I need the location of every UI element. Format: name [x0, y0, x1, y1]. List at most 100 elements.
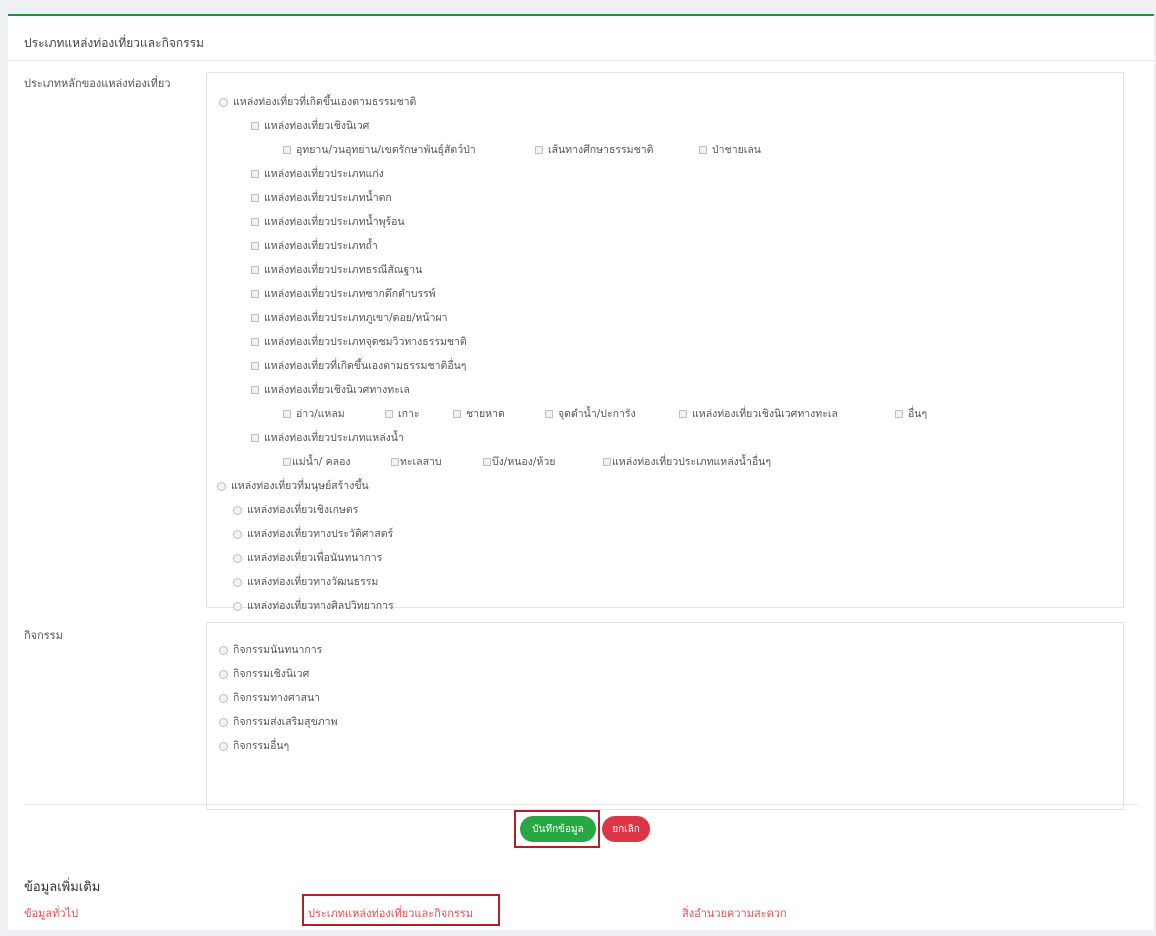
checkbox-icon[interactable] — [603, 458, 611, 466]
link-facilities[interactable]: สิ่งอำนวยความสะดวก — [682, 904, 787, 922]
option-label: แหล่งท่องเที่ยวเชิงนิเวศทางทะเล — [692, 408, 838, 420]
checkbox-type-rapids[interactable]: แหล่งท่องเที่ยวประเภทแก่ง — [251, 167, 384, 181]
checkbox-icon[interactable] — [251, 122, 259, 130]
option-label: แหล่งท่องเที่ยวทางประวัติศาสตร์ — [247, 528, 394, 540]
checkbox-type-hotspring[interactable]: แหล่งท่องเที่ยวประเภทน้ำพุร้อน — [251, 215, 405, 229]
option-label: แหล่งท่องเที่ยวประเภทถ้ำ — [264, 240, 378, 252]
checkbox-marine-other[interactable]: อื่นๆ — [895, 407, 927, 421]
more-info-title: ข้อมูลเพิ่มเติม — [24, 880, 101, 895]
checkbox-icon[interactable] — [545, 410, 553, 418]
cancel-button[interactable]: ยกเลิก — [602, 816, 650, 842]
option-label: แหล่งท่องเที่ยวประเภทธรณีสัณฐาน — [264, 264, 423, 276]
checkbox-icon[interactable] — [679, 410, 687, 418]
option-label: แหล่งท่องเที่ยวเชิงนิเวศ — [264, 120, 370, 132]
radio-circle-icon[interactable] — [219, 741, 228, 751]
radio-circle-icon[interactable] — [233, 601, 242, 611]
checkbox-marine-island[interactable]: เกาะ — [385, 407, 419, 421]
radio-activity-other[interactable]: กิจกรรมอื่นๆ — [219, 739, 289, 753]
radio-manmade-agri[interactable]: แหล่งท่องเที่ยวเชิงเกษตร — [233, 503, 358, 517]
checkbox-water-other[interactable]: แหล่งท่องเที่ยวประเภทแหล่งน้ำอื่นๆ — [603, 455, 771, 469]
radio-circle-icon[interactable] — [233, 577, 242, 587]
radio-activity-health[interactable]: กิจกรรมส่งเสริมสุขภาพ — [219, 715, 338, 729]
radio-circle-icon[interactable] — [219, 693, 228, 703]
radio-activity-recreation[interactable]: กิจกรรมนันทนาการ — [219, 643, 322, 657]
checkbox-icon[interactable] — [251, 218, 259, 226]
radio-circle-icon[interactable] — [233, 553, 242, 563]
checkbox-eco-park[interactable]: อุทยาน/วนอุทยาน/เขตรักษาพันธุ์สัตว์ป่า — [283, 143, 476, 157]
checkbox-icon[interactable] — [251, 242, 259, 250]
radio-manmade-arts[interactable]: แหล่งท่องเที่ยวทางศิลปวิทยาการ — [233, 599, 394, 613]
checkbox-type-cave[interactable]: แหล่งท่องเที่ยวประเภทถ้ำ — [251, 239, 378, 253]
checkbox-icon[interactable] — [251, 362, 259, 370]
checkbox-water-lake[interactable]: ทะเลสาบ — [391, 455, 442, 469]
checkbox-eco-mangrove[interactable]: ป่าชายเลน — [699, 143, 761, 157]
checkbox-marine-bay[interactable]: อ่าว/แหลม — [283, 407, 345, 421]
radio-circle-icon[interactable] — [217, 481, 226, 491]
checkbox-marine-eco[interactable]: แหล่งท่องเที่ยวเชิงนิเวศทางทะเล — [679, 407, 838, 421]
checkbox-water[interactable]: แหล่งท่องเที่ยวประเภทแหล่งน้ำ — [251, 431, 404, 445]
checkbox-type-fossil[interactable]: แหล่งท่องเที่ยวประเภทซากดึกดำบรรพ์ — [251, 287, 436, 301]
radio-activity-eco[interactable]: กิจกรรมเชิงนิเวศ — [219, 667, 309, 681]
checkbox-type-landform[interactable]: แหล่งท่องเที่ยวประเภทธรณีสัณฐาน — [251, 263, 422, 277]
checkbox-icon[interactable] — [251, 314, 259, 322]
checkbox-icon[interactable] — [251, 290, 259, 298]
radio-circle-icon[interactable] — [233, 529, 242, 539]
option-label: ทะเลสาบ — [400, 456, 442, 468]
checkbox-icon[interactable] — [483, 458, 491, 466]
checkbox-water-river[interactable]: แม่น้ำ/ คลอง — [283, 455, 351, 469]
radio-manmade-history[interactable]: แหล่งท่องเที่ยวทางประวัติศาสตร์ — [233, 527, 393, 541]
radio-circle-icon[interactable] — [219, 717, 228, 727]
checkbox-icon[interactable] — [895, 410, 903, 418]
checkbox-water-swamp[interactable]: บึง/หนอง/ห้วย — [483, 455, 555, 469]
checkbox-icon[interactable] — [251, 386, 259, 394]
section-divider — [24, 804, 1138, 805]
checkbox-icon[interactable] — [251, 194, 259, 202]
radio-manmade[interactable]: แหล่งท่องเที่ยวที่มนุษย์สร้างขึ้น — [217, 479, 369, 493]
radio-circle-icon[interactable] — [219, 669, 228, 679]
checkbox-icon[interactable] — [283, 458, 291, 466]
radio-manmade-recreation[interactable]: แหล่งท่องเที่ยวเพื่อนันทนาการ — [233, 551, 382, 565]
checkbox-icon[interactable] — [453, 410, 461, 418]
option-label: แหล่งท่องเที่ยวประเภทแก่ง — [264, 168, 384, 180]
checkbox-eco[interactable]: แหล่งท่องเที่ยวเชิงนิเวศ — [251, 119, 369, 133]
option-label: แม่น้ำ/ คลอง — [292, 456, 351, 468]
checkbox-icon[interactable] — [535, 146, 543, 154]
option-label: แหล่งท่องเที่ยวที่มนุษย์สร้างขึ้น — [231, 480, 369, 492]
radio-circle-icon[interactable] — [219, 97, 228, 107]
radio-activity-religion[interactable]: กิจกรรมทางศาสนา — [219, 691, 320, 705]
checkbox-type-other-natural[interactable]: แหล่งท่องเที่ยวที่เกิดขึ้นเองตามธรรมชาติ… — [251, 359, 466, 373]
checkbox-type-mountain[interactable]: แหล่งท่องเที่ยวประเภทภูเขา/ดอย/หน้าผา — [251, 311, 448, 325]
link-general-info[interactable]: ข้อมูลทั่วไป — [24, 904, 78, 922]
card-title: ประเภทแหล่งท่องเที่ยวและกิจกรรม — [24, 36, 204, 50]
option-label: อุทยาน/วนอุทยาน/เขตรักษาพันธุ์สัตว์ป่า — [296, 144, 476, 156]
option-label: อ่าว/แหลม — [296, 408, 345, 420]
radio-circle-icon[interactable] — [219, 645, 228, 655]
radio-manmade-culture[interactable]: แหล่งท่องเที่ยวทางวัฒนธรรม — [233, 575, 378, 589]
checkbox-icon[interactable] — [251, 434, 259, 442]
attraction-type-box: แหล่งท่องเที่ยวที่เกิดขึ้นเองตามธรรมชาติ… — [206, 72, 1124, 612]
option-label: แหล่งท่องเที่ยวประเภทแหล่งน้ำ — [264, 432, 404, 444]
checkbox-icon[interactable] — [251, 266, 259, 274]
radio-circle-icon[interactable] — [233, 505, 242, 515]
activity-label: กิจกรรม — [24, 629, 63, 642]
checkbox-icon[interactable] — [251, 338, 259, 346]
save-button[interactable]: บันทึกข้อมูล — [520, 816, 596, 842]
checkbox-icon[interactable] — [385, 410, 393, 418]
checkbox-marine-beach[interactable]: ชายหาด — [453, 407, 505, 421]
checkbox-icon[interactable] — [283, 410, 291, 418]
link-attraction-activity[interactable]: ประเภทแหล่งท่องเที่ยวและกิจกรรม — [308, 904, 473, 922]
option-label: แหล่งท่องเที่ยวเชิงนิเวศทางทะเล — [264, 384, 410, 396]
checkbox-type-viewpoint[interactable]: แหล่งท่องเที่ยวประเภทจุดชมวิวทางธรรมชาติ — [251, 335, 467, 349]
checkbox-icon[interactable] — [699, 146, 707, 154]
option-label: แหล่งท่องเที่ยวประเภทซากดึกดำบรรพ์ — [264, 288, 436, 300]
checkbox-icon[interactable] — [251, 170, 259, 178]
checkbox-icon[interactable] — [283, 146, 291, 154]
radio-natural[interactable]: แหล่งท่องเที่ยวที่เกิดขึ้นเองตามธรรมชาติ — [219, 95, 416, 109]
option-label: แหล่งท่องเที่ยวประเภทจุดชมวิวทางธรรมชาติ — [264, 336, 467, 348]
checkbox-type-waterfall[interactable]: แหล่งท่องเที่ยวประเภทน้ำตก — [251, 191, 392, 205]
option-label: กิจกรรมอื่นๆ — [233, 740, 290, 752]
checkbox-marine-dive[interactable]: จุดดำน้ำ/ปะการัง — [545, 407, 636, 421]
checkbox-eco-trail[interactable]: เส้นทางศึกษาธรรมชาติ — [535, 143, 653, 157]
checkbox-marine[interactable]: แหล่งท่องเที่ยวเชิงนิเวศทางทะเล — [251, 383, 410, 397]
checkbox-icon[interactable] — [391, 458, 399, 466]
